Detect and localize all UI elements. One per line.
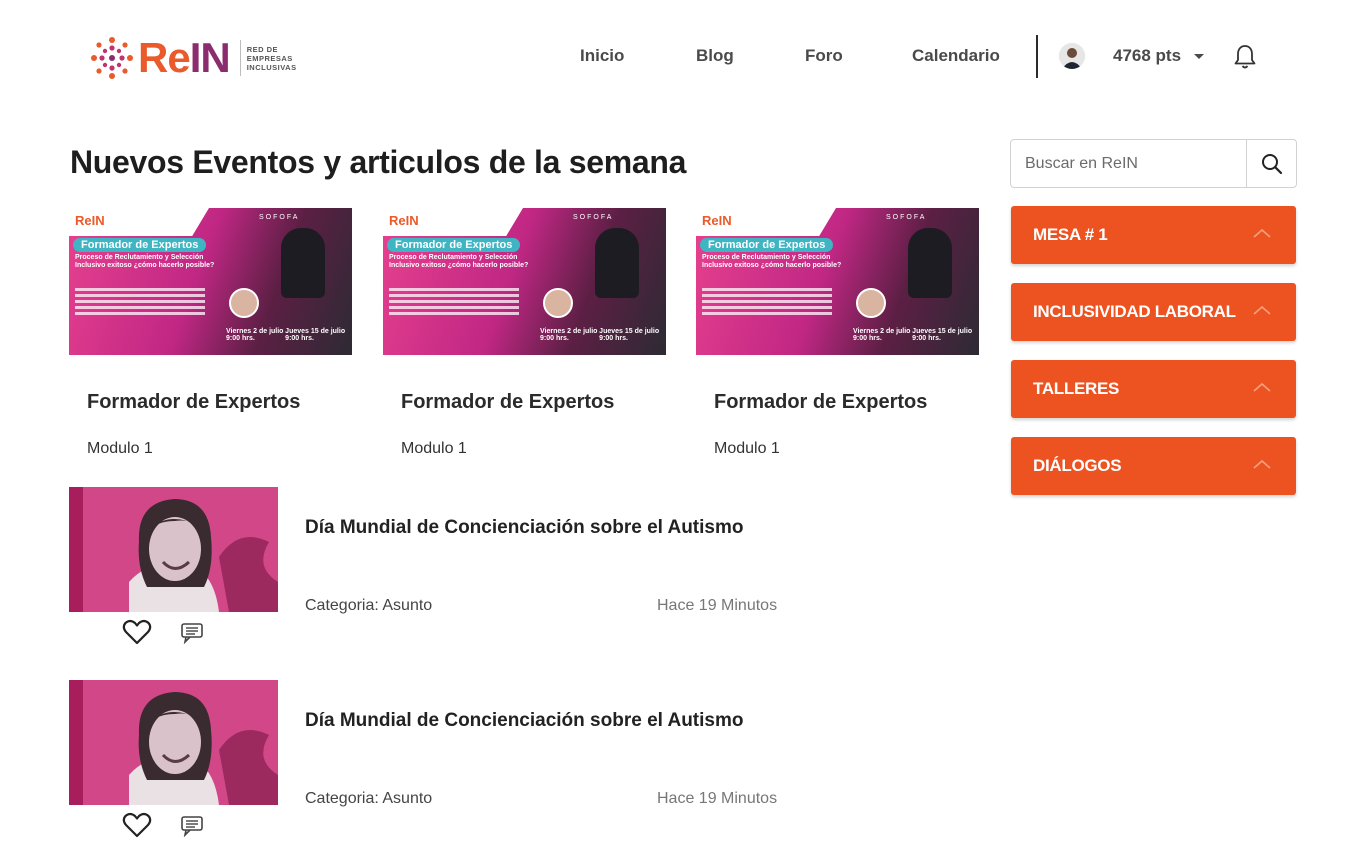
event-image-pill: Formador de Expertos <box>387 238 521 252</box>
nav-blog[interactable]: Blog <box>696 46 734 66</box>
accordion-inclusividad-laboral[interactable]: INCLUSIVIDAD LABORAL <box>1011 283 1296 341</box>
points-dropdown[interactable]: 4768 pts <box>1113 46 1181 66</box>
article-photo <box>69 487 278 612</box>
bell-icon[interactable] <box>1233 44 1257 70</box>
article-image[interactable] <box>69 487 278 612</box>
search-input[interactable] <box>1011 140 1246 187</box>
event-card-title[interactable]: Formador de Expertos <box>383 391 666 414</box>
comment-icon[interactable] <box>180 622 204 644</box>
heart-icon[interactable] <box>122 811 152 839</box>
accordion-mesa-1[interactable]: MESA # 1 <box>1011 206 1296 264</box>
accordion-label: TALLERES <box>1033 379 1120 398</box>
nav-divider <box>1036 35 1038 78</box>
article-time: Hace 19 Minutos <box>657 597 778 614</box>
user-avatar-icon <box>1059 43 1085 69</box>
event-image-dates: Viernes 2 de julio 9:00 hrs. Jueves 15 de… <box>226 328 346 342</box>
event-image-logo: ReIN <box>389 213 419 228</box>
nav-calendario[interactable]: Calendario <box>912 46 1000 66</box>
accordion-label: MESA # 1 <box>1033 225 1108 244</box>
article-title[interactable]: Día Mundial de Concienciación sobre el A… <box>305 517 743 539</box>
heart-icon[interactable] <box>122 618 152 646</box>
event-card-image[interactable]: ReIN SOFOFA Formador de Expertos Proceso… <box>696 208 979 363</box>
comment-icon[interactable] <box>180 815 204 837</box>
user-avatar[interactable] <box>1059 43 1085 69</box>
speaker-avatar <box>543 288 573 318</box>
logo-wordmark: ReIN <box>138 34 231 81</box>
nav-inicio[interactable]: Inicio <box>580 46 624 66</box>
logo-dots-icon <box>91 37 133 79</box>
chevron-up-icon <box>1253 459 1271 469</box>
chevron-up-icon <box>1253 305 1271 315</box>
speaker-avatar <box>229 288 259 318</box>
article-category: Categoria: Asunto <box>305 597 433 614</box>
accordion-label: DIÁLOGOS <box>1033 456 1122 475</box>
event-card-subtitle: Modulo 1 <box>714 440 780 457</box>
nav-foro[interactable]: Foro <box>805 46 843 66</box>
search-icon <box>1261 153 1282 174</box>
event-image-dates: Viernes 2 de julio 9:00 hrs. Jueves 15 de… <box>540 328 660 342</box>
event-image-org: SOFOFA <box>886 214 927 221</box>
article-category: Categoria: Asunto <box>305 790 433 807</box>
event-card[interactable]: ReIN SOFOFA Formador de Expertos Proceso… <box>696 208 979 458</box>
event-image-org: SOFOFA <box>573 214 614 221</box>
article-item[interactable]: Día Mundial de Concienciación sobre el A… <box>69 487 809 647</box>
chevron-up-icon <box>1253 382 1271 392</box>
event-image-logo: ReIN <box>702 213 732 228</box>
event-card[interactable]: ReIN SOFOFA Formador de Expertos Proceso… <box>69 208 352 458</box>
accordion-dialogos[interactable]: DIÁLOGOS <box>1011 437 1296 495</box>
event-image-heading: Proceso de Reclutamiento y Selección Inc… <box>702 254 842 269</box>
chevron-up-icon <box>1253 228 1271 238</box>
rein-logo[interactable]: ReIN RED DE EMPRESAS INCLUSIVAS <box>88 34 318 82</box>
speaker-photo <box>595 228 639 298</box>
event-card-image[interactable]: ReIN SOFOFA Formador de Expertos Proceso… <box>383 208 666 363</box>
article-title[interactable]: Día Mundial de Concienciación sobre el A… <box>305 710 743 732</box>
speaker-avatar <box>856 288 886 318</box>
event-image-heading: Proceso de Reclutamiento y Selección Inc… <box>75 254 215 269</box>
event-image-org: SOFOFA <box>259 214 300 221</box>
event-card-title[interactable]: Formador de Expertos <box>69 391 352 414</box>
event-image-dates: Viernes 2 de julio 9:00 hrs. Jueves 15 de… <box>853 328 973 342</box>
accordion-label: INCLUSIVIDAD LABORAL <box>1033 302 1236 321</box>
event-card[interactable]: ReIN SOFOFA Formador de Expertos Proceso… <box>383 208 666 458</box>
event-image-pill: Formador de Expertos <box>700 238 834 252</box>
search-box <box>1010 139 1297 188</box>
logo-divider <box>239 40 241 76</box>
article-item[interactable]: Día Mundial de Concienciación sobre el A… <box>69 680 809 840</box>
search-button[interactable] <box>1246 140 1296 187</box>
article-photo <box>69 680 278 805</box>
logo-subtitle: RED DE EMPRESAS INCLUSIVAS <box>246 44 297 72</box>
event-card-subtitle: Modulo 1 <box>87 440 153 457</box>
event-card-title[interactable]: Formador de Expertos <box>696 391 979 414</box>
page-title: Nuevos Eventos y articulos de la semana <box>70 144 687 180</box>
accordion-talleres[interactable]: TALLERES <box>1011 360 1296 418</box>
article-image[interactable] <box>69 680 278 805</box>
event-image-heading: Proceso de Reclutamiento y Selección Inc… <box>389 254 529 269</box>
speaker-photo <box>908 228 952 298</box>
event-image-logo: ReIN <box>75 213 105 228</box>
speaker-photo <box>281 228 325 298</box>
caret-down-icon[interactable] <box>1194 54 1204 59</box>
event-card-subtitle: Modulo 1 <box>401 440 467 457</box>
event-card-image[interactable]: ReIN SOFOFA Formador de Expertos Proceso… <box>69 208 352 363</box>
article-time: Hace 19 Minutos <box>657 790 778 807</box>
event-image-pill: Formador de Expertos <box>73 238 207 252</box>
